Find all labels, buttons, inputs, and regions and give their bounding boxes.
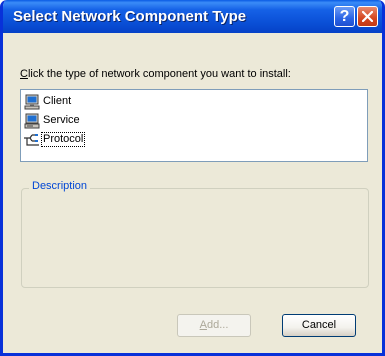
add-button[interactable]: Add... (177, 314, 251, 337)
add-button-label: dd... (206, 319, 229, 331)
instruction-text: lick the type of network component you w… (27, 68, 291, 80)
description-group (21, 188, 369, 288)
list-item-label: Service (43, 114, 80, 126)
add-accelerator: A (199, 319, 207, 331)
close-icon (362, 11, 373, 22)
description-group-label: Description (29, 180, 91, 192)
help-button[interactable]: ? (334, 6, 355, 27)
cancel-button[interactable]: Cancel (282, 314, 356, 337)
component-type-list[interactable]: Client Service Protocol (20, 89, 368, 162)
title-bar[interactable]: Select Network Component Type ? (3, 0, 382, 33)
close-button[interactable] (357, 6, 378, 27)
client-computer-icon (24, 94, 40, 110)
instruction-label: Click the type of network component you … (20, 68, 291, 80)
protocol-cable-icon (24, 134, 39, 146)
select-network-component-dialog: Select Network Component Type ? Click th… (0, 0, 385, 356)
service-computer-icon (24, 113, 40, 129)
window-title: Select Network Component Type (13, 8, 247, 25)
instruction-accelerator: C (20, 68, 28, 80)
list-item-label: Protocol (40, 132, 86, 147)
list-item-label: Client (43, 95, 72, 107)
